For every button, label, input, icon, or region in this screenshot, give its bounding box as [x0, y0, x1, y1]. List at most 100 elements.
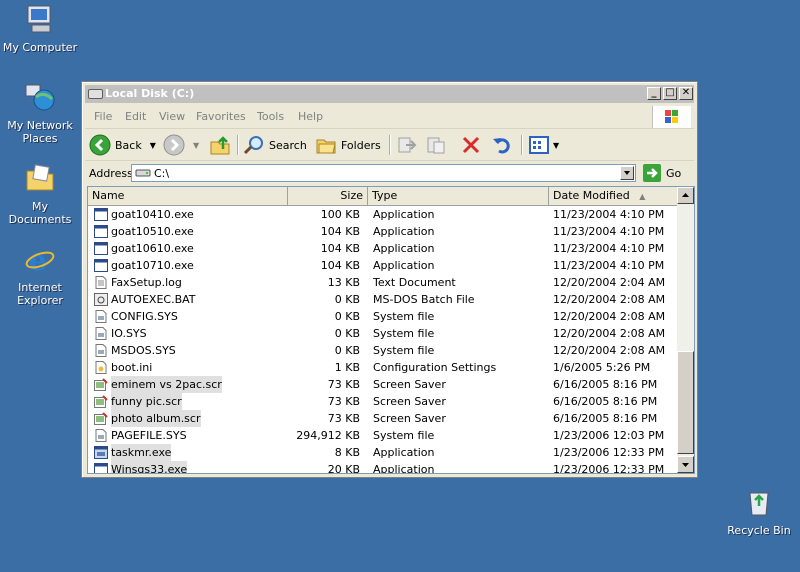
file-row[interactable]: goat10510.exe 104 KB Application 11/23/2004…: [88, 223, 678, 240]
back-arrow-icon: [89, 134, 111, 156]
file-name: PAGEFILE.SYS: [111, 429, 187, 442]
exe-file-icon: [94, 225, 108, 238]
file-row[interactable]: taskmr.exe 8 KB Application 1/23/2006 12:33…: [88, 444, 678, 461]
file-row[interactable]: funny pic.scr 73 KB Screen Saver 6/16/2005 …: [88, 393, 678, 410]
file-type: Application: [373, 242, 435, 255]
scroll-thumb[interactable]: [677, 351, 694, 454]
exe-file-icon: [94, 208, 108, 221]
file-size: 104 KB: [320, 225, 360, 238]
file-date-modified: 1/23/2006 12:33 PM: [553, 463, 665, 474]
menu-file[interactable]: File: [94, 110, 112, 123]
copy-to-button[interactable]: [425, 134, 447, 156]
chevron-down-icon[interactable]: ▼: [150, 141, 156, 150]
file-date-modified: 12/20/2004 2:08 AM: [553, 327, 666, 340]
folders-button[interactable]: Folders: [315, 134, 381, 156]
file-name-cell: FaxSetup.log: [94, 274, 182, 291]
file-row[interactable]: photo album.scr 73 KB Screen Saver 6/16/200…: [88, 410, 678, 427]
scr-file-icon: [94, 412, 108, 425]
desktop-icon-my-network-places[interactable]: My Network Places: [0, 81, 80, 145]
sys-file-icon: [94, 310, 108, 323]
file-name: goat10610.exe: [111, 242, 194, 255]
file-name-cell: boot.ini: [94, 359, 152, 376]
address-input[interactable]: C:\: [131, 164, 636, 182]
delete-button[interactable]: [460, 134, 482, 156]
file-row[interactable]: boot.ini 1 KB Configuration Settings 1/6/20…: [88, 359, 678, 376]
file-row[interactable]: FaxSetup.log 13 KB Text Document 12/20/2004…: [88, 274, 678, 291]
standard-toolbar: Back ▼ ▼ Search Folders ▼: [85, 130, 694, 161]
file-row[interactable]: Winsgs33.exe 20 KB Application 1/23/2006 12…: [88, 461, 678, 474]
file-type: Application: [373, 208, 435, 221]
file-row[interactable]: goat10410.exe 100 KB Application 11/23/2004…: [88, 206, 678, 223]
close-button[interactable]: ✕: [679, 87, 693, 100]
file-row[interactable]: IO.SYS 0 KB System file 12/20/2004 2:08 AM: [88, 325, 678, 342]
minimize-button[interactable]: _: [647, 87, 661, 100]
search-button[interactable]: Search: [243, 134, 307, 156]
menu-favorites[interactable]: Favorites: [196, 110, 246, 123]
file-size: 104 KB: [320, 259, 360, 272]
move-to-button[interactable]: [396, 134, 418, 156]
desktop-icon-recycle-bin[interactable]: Recycle Bin: [719, 486, 799, 537]
back-button[interactable]: Back ▼: [89, 134, 156, 156]
internet-explorer-icon: e: [25, 244, 55, 277]
up-folder-button[interactable]: [209, 134, 231, 156]
exe-file-icon: [94, 259, 108, 272]
desktop-icon-my-documents[interactable]: My Documents: [0, 162, 80, 226]
column-header-size[interactable]: Size: [288, 187, 368, 205]
file-name: goat10710.exe: [111, 259, 194, 272]
file-type: Screen Saver: [373, 395, 446, 408]
sort-ascending-icon: ▲: [639, 192, 646, 201]
vertical-scrollbar[interactable]: [677, 187, 694, 473]
chevron-down-icon[interactable]: ▼: [553, 141, 559, 150]
file-row[interactable]: goat10610.exe 104 KB Application 11/23/2004…: [88, 240, 678, 257]
column-header-date-modified[interactable]: Date Modified ▲: [549, 187, 678, 205]
column-header-type[interactable]: Type: [368, 187, 549, 205]
column-header-name[interactable]: Name: [88, 187, 288, 205]
menu-tools[interactable]: Tools: [257, 110, 284, 123]
scroll-up-button[interactable]: [677, 187, 694, 204]
menu-help[interactable]: Help: [298, 110, 323, 123]
exe-file-icon: [94, 242, 108, 255]
file-name: eminem vs 2pac.scr: [111, 376, 222, 393]
windows-logo-icon: [652, 106, 691, 128]
folders-label: Folders: [341, 138, 381, 152]
title-bar[interactable]: Local Disk (C:) _ □ ✕: [85, 85, 694, 103]
file-date-modified: 12/20/2004 2:08 AM: [553, 344, 666, 357]
forward-button[interactable]: ▼: [163, 134, 199, 156]
file-row[interactable]: MSDOS.SYS 0 KB System file 12/20/2004 2:08 …: [88, 342, 678, 359]
toolbar-separator: [389, 135, 391, 155]
go-button[interactable]: Go: [643, 164, 681, 182]
file-date-modified: 11/23/2004 4:10 PM: [553, 259, 665, 272]
address-bar: Address C:\ Go: [85, 162, 694, 184]
file-name: funny pic.scr: [111, 393, 182, 410]
folders-icon: [316, 139, 336, 154]
file-date-modified: 1/23/2006 12:33 PM: [553, 446, 665, 459]
file-name: CONFIG.SYS: [111, 310, 178, 323]
file-row[interactable]: AUTOEXEC.BAT 0 KB MS-DOS Batch File 12/20/2…: [88, 291, 678, 308]
menu-view[interactable]: View: [159, 110, 185, 123]
address-value: C:\: [154, 167, 170, 180]
file-name: goat10410.exe: [111, 208, 194, 221]
file-row[interactable]: PAGEFILE.SYS 294,912 KB System file 1/23/20…: [88, 427, 678, 444]
file-size: 8 KB: [334, 446, 360, 459]
move-to-icon: [398, 137, 417, 153]
file-size: 20 KB: [327, 463, 360, 474]
explorer-window: Local Disk (C:) _ □ ✕ File Edit View Fav…: [81, 81, 698, 478]
chevron-down-icon[interactable]: ▼: [193, 141, 199, 150]
menu-edit[interactable]: Edit: [125, 110, 146, 123]
address-dropdown-button[interactable]: [620, 166, 634, 180]
file-row[interactable]: CONFIG.SYS 0 KB System file 12/20/2004 2:08…: [88, 308, 678, 325]
file-date-modified: 11/23/2004 4:10 PM: [553, 242, 665, 255]
file-size: 73 KB: [327, 378, 360, 391]
maximize-button[interactable]: □: [663, 87, 677, 100]
file-row[interactable]: goat10710.exe 104 KB Application 11/23/2004…: [88, 257, 678, 274]
views-button[interactable]: ▼: [528, 134, 559, 156]
file-date-modified: 11/23/2004 4:10 PM: [553, 208, 665, 221]
scroll-down-button[interactable]: [677, 456, 694, 473]
file-row[interactable]: eminem vs 2pac.scr 73 KB Screen Saver 6/16/…: [88, 376, 678, 393]
desktop-icon-internet-explorer[interactable]: e Internet Explorer: [0, 243, 80, 307]
file-name: boot.ini: [111, 361, 153, 374]
file-type: Application: [373, 446, 435, 459]
chevron-down-icon: [624, 171, 630, 175]
desktop-icon-my-computer[interactable]: My Computer: [0, 3, 80, 54]
undo-button[interactable]: [491, 134, 513, 156]
